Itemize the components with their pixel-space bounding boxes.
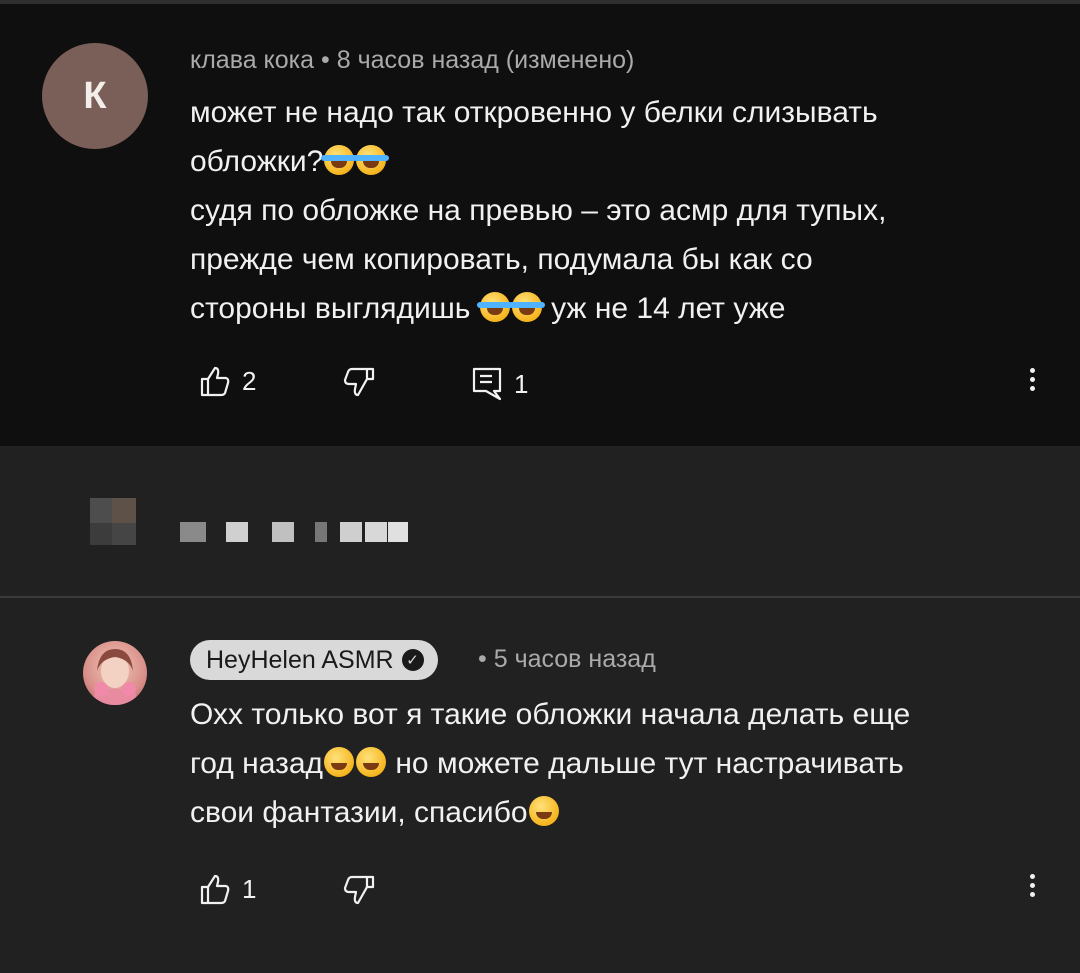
reply-button[interactable]: 1 (472, 367, 528, 401)
meta-separator: • (478, 645, 487, 673)
rolling-on-floor-laughing-emoji (476, 292, 513, 322)
edited-label: (изменено) (505, 46, 635, 74)
channel-name: HeyHelen ASMR (206, 645, 394, 674)
like-button[interactable]: 1 (200, 873, 256, 905)
meta-separator: • (321, 46, 330, 74)
timestamp[interactable]: 8 часов назад (337, 46, 499, 74)
comment-line: стороны выглядишь уж не 14 лет уже (190, 292, 786, 325)
thumbs-down-icon (343, 875, 375, 905)
thumbs-down-icon (343, 367, 375, 397)
author-name[interactable]: клава кока (190, 46, 314, 74)
channel-name-badge[interactable]: HeyHelen ASMR ✓ (190, 640, 438, 680)
smiling-face-emoji (528, 796, 559, 826)
comment-text: Охх только вот я такие обложки начала де… (190, 690, 1030, 837)
comment-line: прежде чем копировать, подумала бы как с… (190, 243, 813, 276)
thumbs-up-icon (200, 874, 230, 905)
like-count: 2 (242, 365, 257, 396)
section-divider (0, 596, 1080, 598)
rolling-on-floor-laughing-emoji (353, 145, 390, 175)
winking-face-emoji (356, 747, 387, 777)
like-count: 1 (242, 873, 257, 904)
more-vertical-icon (1027, 874, 1037, 897)
channel-avatar-image (91, 649, 139, 705)
thumbs-up-icon (200, 366, 230, 397)
comment-meta: клава кока • 8 часов назад (изменено) (190, 46, 634, 75)
comment-icon (472, 367, 502, 401)
dislike-button[interactable] (343, 875, 375, 905)
comment-meta: • 5 часов назад (478, 645, 656, 674)
comment-line: свои фантазии, спасибо (190, 788, 1030, 837)
channel-avatar[interactable] (83, 641, 147, 705)
reply-count: 1 (514, 368, 529, 399)
comment-line: судя по обложке на превью – это асмр для… (190, 194, 887, 227)
comment-line: год назад но можете дальше тут настрачив… (190, 747, 904, 780)
more-options-button[interactable] (1027, 870, 1037, 901)
rolling-on-floor-laughing-emoji (321, 145, 358, 175)
rolling-on-floor-laughing-emoji (508, 292, 545, 322)
dislike-button[interactable] (343, 367, 375, 397)
grinning-sweat-emoji (324, 747, 355, 777)
verified-check-icon: ✓ (401, 649, 424, 671)
more-options-button[interactable] (1027, 364, 1037, 395)
timestamp[interactable]: 5 часов назад (494, 645, 656, 673)
avatar-letter: К (83, 74, 107, 117)
comment-line: обложки? (190, 137, 1030, 186)
more-vertical-icon (1027, 368, 1037, 391)
comment-line: Охх только вот я такие обложки начала де… (190, 698, 911, 731)
comment-line: может не надо так откровенно у белки сли… (190, 96, 878, 129)
comment-text: может не надо так откровенно у белки сли… (190, 88, 1030, 333)
like-button[interactable]: 2 (200, 365, 256, 397)
avatar[interactable]: К (42, 43, 148, 149)
